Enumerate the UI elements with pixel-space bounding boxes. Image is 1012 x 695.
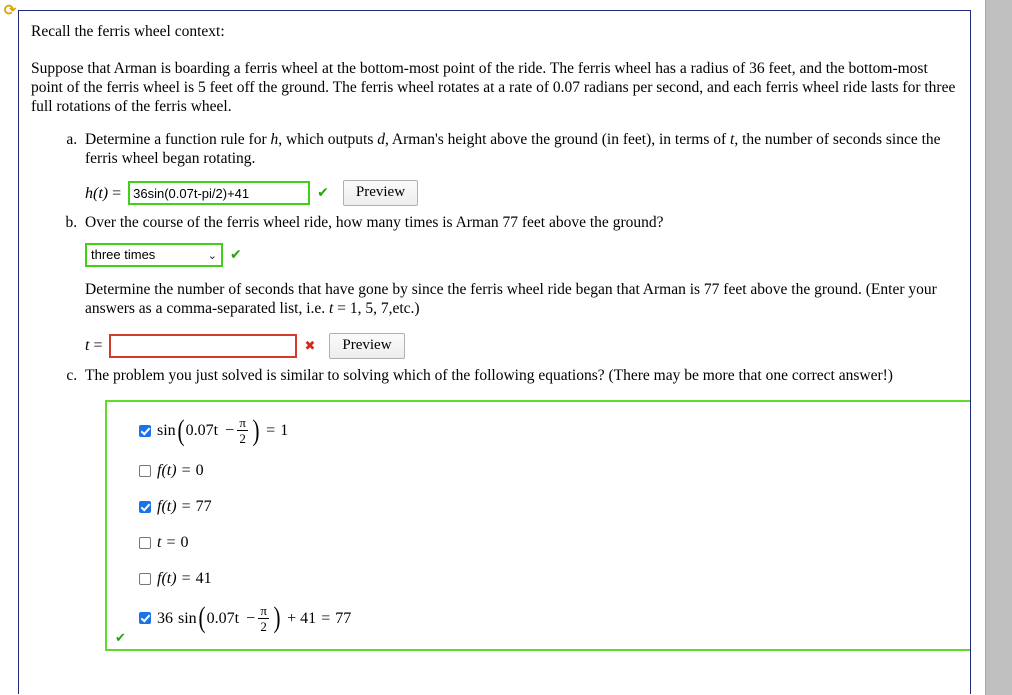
part-c-prompt: The problem you just solved is similar t… [85, 367, 893, 385]
choice-label: 36 sin ( 0.07t − π 2) + 41 = 77 [157, 601, 352, 635]
choice-5-coefficient: 36 [157, 609, 173, 627]
choice-5-frac-den: 2 [260, 618, 267, 634]
choice-5-func: sin [178, 609, 197, 627]
choice-label: sin ( 0.07t − π 2) = 1 [157, 413, 289, 447]
choice-0-frac-den: 2 [239, 431, 246, 447]
choice-panel-correct-icon: ✔ [115, 631, 126, 647]
part-a-label: h(t) = [85, 184, 121, 204]
choice-2-rhs: 77 [195, 497, 212, 515]
choice-row[interactable]: sin ( 0.07t − π 2) = 1 [107, 413, 970, 447]
part-a-equals: = [112, 184, 122, 202]
choice-0-fraction: π 2 [237, 415, 249, 447]
choice-0-equals: = [266, 422, 276, 440]
choice-0-expression: ( 0.07t − π 2 ) [176, 413, 261, 447]
choice-label: f (t) = 0 [157, 461, 204, 481]
choice-5-fraction: π 2 [258, 602, 270, 634]
checkbox-icon-checked[interactable] [139, 500, 151, 513]
choice-0-func: sin [157, 422, 176, 440]
choice-4-rhs: 41 [195, 569, 212, 587]
question-content: Recall the ferris wheel context: Suppose… [19, 11, 970, 652]
page-root: ⟳ Recall the ferris wheel context: Suppo… [0, 0, 1012, 695]
part-b-answer-row: t = ✖ Preview [85, 333, 956, 360]
choice-4-equals: = [181, 569, 191, 587]
part-c: The problem you just solved is similar t… [81, 367, 970, 652]
part-b-var: t [85, 337, 90, 355]
part-b-preview-button[interactable]: Preview [329, 333, 405, 360]
times-count-select-value: three times [91, 247, 156, 263]
choice-row[interactable]: 36 sin ( 0.07t − π 2) + 41 = 77 [107, 601, 970, 635]
choice-3-rhs: 0 [180, 533, 189, 551]
paren-open: ( [177, 413, 185, 447]
choice-5-rhs: 77 [335, 609, 352, 627]
choice-row[interactable]: f (t) = 0 [107, 460, 970, 482]
reload-icon[interactable]: ⟳ [2, 2, 18, 18]
part-b-prompt: Over the course of the ferris wheel ride… [85, 214, 664, 232]
choice-5-arg: 0.07t [206, 609, 240, 627]
checkbox-icon-unchecked[interactable] [139, 464, 151, 477]
choice-row[interactable]: t = 0 [107, 532, 970, 554]
recall-line: Recall the ferris wheel context: [31, 23, 225, 40]
part-a: Determine a function rule for h, which o… [81, 131, 956, 207]
choice-5-expression: ( 0.07t − π 2 ) [197, 601, 282, 635]
part-a-answer-input[interactable] [128, 181, 311, 206]
paren-close: ) [252, 413, 260, 447]
part-b-follow-up: Determine the number of seconds that hav… [85, 281, 937, 318]
choice-row[interactable]: f (t) = 77 [107, 496, 970, 518]
checkbox-icon-checked[interactable] [139, 612, 151, 625]
scrollbar-thumb[interactable] [986, 0, 1012, 695]
part-b-label: t = [85, 336, 102, 356]
choice-label: f (t) = 41 [157, 569, 212, 589]
checkbox-icon-unchecked[interactable] [139, 536, 151, 549]
parts-list: Determine a function rule for h, which o… [31, 131, 970, 652]
part-a-answer-row: h(t) = ✔ Preview [85, 180, 956, 207]
vertical-scrollbar[interactable] [985, 0, 1012, 695]
part-a-fn: h(t) [85, 184, 109, 202]
choice-4-lhs-arg: (t) [161, 569, 177, 587]
choice-1-rhs: 0 [195, 461, 204, 479]
choice-3-lhs-fn: t [157, 533, 162, 551]
choice-label: t = 0 [157, 533, 188, 553]
choice-0-arg: 0.07t [185, 422, 219, 440]
choice-1-lhs-arg: (t) [161, 461, 177, 479]
frame-gap [972, 0, 986, 695]
choice-5-frac-num: π [260, 602, 267, 618]
choice-0-rhs: 1 [280, 422, 289, 440]
part-a-correct-icon: ✔ [317, 185, 329, 202]
times-count-select[interactable]: three times ⌄ [85, 243, 223, 268]
choice-2-lhs-arg: (t) [161, 497, 177, 515]
choice-3-equals: = [166, 533, 176, 551]
choice-2-equals: = [181, 497, 191, 515]
part-a-preview-button[interactable]: Preview [342, 180, 419, 207]
chevron-down-icon: ⌄ [207, 248, 217, 262]
choice-5-tail: + 41 [287, 609, 317, 627]
choice-1-equals: = [181, 461, 191, 479]
paren-open: ( [198, 601, 206, 635]
choice-label: f (t) = 77 [157, 497, 212, 517]
checkbox-icon-unchecked[interactable] [139, 572, 151, 585]
part-b: Over the course of the ferris wheel ride… [81, 214, 956, 360]
paren-close: ) [273, 601, 281, 635]
choice-0-frac-num: π [239, 415, 246, 431]
part-b-select-correct-icon: ✔ [230, 247, 242, 264]
part-a-prompt: Determine a function rule for h, which o… [85, 130, 941, 167]
part-b-incorrect-icon: ✖ [304, 338, 316, 354]
part-b-select-row: three times ⌄ ✔ [85, 243, 956, 268]
choice-row[interactable]: f (t) = 41 [107, 568, 970, 590]
choice-0-minus: − [225, 422, 235, 440]
choice-5-equals: = [321, 609, 331, 627]
choice-panel: sin ( 0.07t − π 2) = 1 f (t) = 0 f (t) … [105, 400, 970, 652]
part-b-answer-input[interactable] [109, 334, 298, 359]
question-frame: Recall the ferris wheel context: Suppose… [18, 10, 971, 694]
part-b-equals: = [93, 337, 103, 355]
choice-5-minus: − [246, 609, 256, 627]
checkbox-icon-checked[interactable] [139, 424, 151, 437]
setup-paragraph: Suppose that Arman is boarding a ferris … [31, 59, 956, 115]
